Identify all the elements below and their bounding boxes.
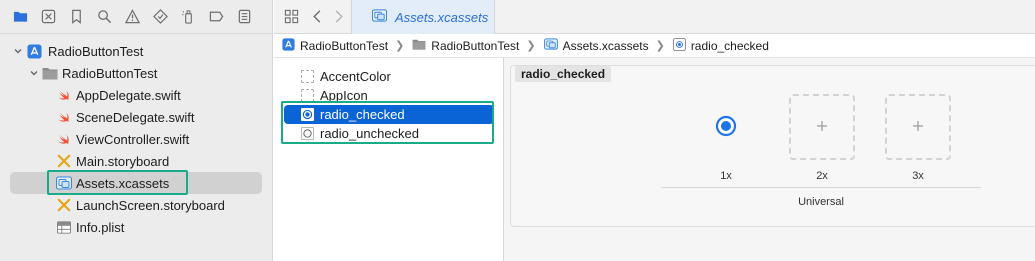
tree-item-file[interactable]: LaunchScreen.storyboard [0, 194, 272, 216]
test-diamond-icon[interactable] [148, 5, 172, 29]
asset-editor: radio_checked 1x 2x 3x Universal [504, 58, 1035, 261]
issue-warning-icon[interactable] [120, 5, 144, 29]
tree-item-label: RadioButtonTest [62, 65, 158, 81]
highlight-annotation [47, 170, 188, 195]
image-slot-1x[interactable] [693, 94, 759, 160]
tree-item-label: LaunchScreen.storyboard [76, 197, 225, 213]
navigator-toolbar [0, 0, 272, 34]
asset-placeholder-icon [301, 70, 314, 83]
breadcrumb-imageset[interactable]: radio_checked [672, 37, 769, 54]
plist-table-icon [56, 219, 72, 235]
highlight-annotation [281, 101, 494, 144]
image-slot-3x[interactable] [885, 94, 951, 160]
storyboard-icon [56, 153, 72, 169]
breadcrumb-project[interactable]: RadioButtonTest ❯ [282, 37, 406, 54]
plus-icon [912, 120, 924, 135]
tab-label: Assets.xcassets [395, 9, 489, 25]
chevron-right-icon: ❯ [526, 40, 536, 52]
swift-icon [56, 131, 72, 147]
tree-item-label: Info.plist [76, 219, 125, 235]
plus-icon [816, 120, 828, 135]
folder-icon [412, 38, 426, 53]
tree-item-project[interactable]: RadioButtonTest [0, 40, 272, 62]
swift-icon [56, 87, 72, 103]
radio-checked-image [715, 115, 737, 140]
breadcrumb-assets[interactable]: Assets.xcassets ❯ [543, 38, 667, 53]
editor-tabbar: Assets.xcassets [274, 0, 1035, 34]
slot-label-1x: 1x [720, 170, 732, 182]
slot-label-3x: 3x [912, 170, 924, 182]
tab-assets-xcassets[interactable]: Assets.xcassets [351, 0, 495, 34]
storyboard-icon [56, 197, 72, 213]
breadcrumb-group[interactable]: RadioButtonTest ❯ [412, 38, 537, 53]
tree-item-file[interactable]: Info.plist [0, 216, 272, 238]
tree-item-file[interactable]: Main.storyboard [0, 150, 272, 172]
tree-item-label: SceneDelegate.swift [76, 109, 195, 125]
tree-item-group[interactable]: RadioButtonTest [0, 62, 272, 84]
tree-item-label: Main.storyboard [76, 153, 170, 169]
image-slot-2x[interactable] [789, 94, 855, 160]
chevron-down-icon[interactable] [28, 67, 40, 79]
jump-bar: RadioButtonTest ❯ RadioButtonTest ❯ Asse… [274, 34, 1035, 58]
forward-chevron-icon[interactable] [327, 5, 349, 27]
imageset-icon [672, 37, 686, 54]
breakpoint-icon[interactable] [204, 5, 228, 29]
tree-item-file[interactable]: AppDelegate.swift [0, 84, 272, 106]
folder-icon [42, 65, 58, 81]
imageset-panel: radio_checked 1x 2x 3x Universal [510, 65, 1035, 227]
tree-item-file[interactable]: SceneDelegate.swift [0, 106, 272, 128]
tree-item-file[interactable]: ViewController.swift [0, 128, 272, 150]
breadcrumb-label: RadioButtonTest [300, 38, 389, 53]
chevron-right-icon: ❯ [655, 40, 665, 52]
breadcrumb-label: RadioButtonTest [431, 38, 520, 53]
chevron-down-icon[interactable] [12, 45, 24, 57]
find-icon[interactable] [92, 5, 116, 29]
back-chevron-icon[interactable] [306, 5, 328, 27]
tree-item-label: RadioButtonTest [48, 43, 144, 59]
asset-catalog-icon [543, 38, 558, 53]
asset-item-accentcolor[interactable]: AccentColor [284, 67, 494, 86]
report-icon[interactable] [232, 5, 256, 29]
app-project-icon [26, 43, 42, 59]
chevron-right-icon: ❯ [395, 40, 405, 52]
tree-item-label: AppDelegate.swift [76, 87, 181, 103]
source-control-icon[interactable] [36, 5, 60, 29]
asset-item-label: AccentColor [320, 69, 391, 84]
bookmark-icon[interactable] [64, 5, 88, 29]
divider [661, 187, 981, 188]
slot-label-2x: 2x [816, 170, 828, 182]
debug-spray-icon[interactable] [176, 5, 200, 29]
imageset-title[interactable]: radio_checked [515, 66, 612, 82]
idiom-group-label: Universal [798, 196, 844, 208]
breadcrumb-label: radio_checked [690, 38, 769, 53]
breadcrumb-label: Assets.xcassets [562, 38, 649, 53]
swift-icon [56, 109, 72, 125]
folder-icon[interactable] [8, 5, 32, 29]
project-navigator: RadioButtonTest RadioButtonTest AppDeleg… [0, 0, 273, 261]
tree-item-label: ViewController.swift [76, 131, 190, 147]
asset-list: AccentColor AppIcon radio_checked radio_… [274, 58, 504, 261]
asset-catalog-icon [371, 8, 388, 26]
app-project-icon [282, 37, 295, 54]
grid-icon[interactable] [280, 5, 302, 27]
